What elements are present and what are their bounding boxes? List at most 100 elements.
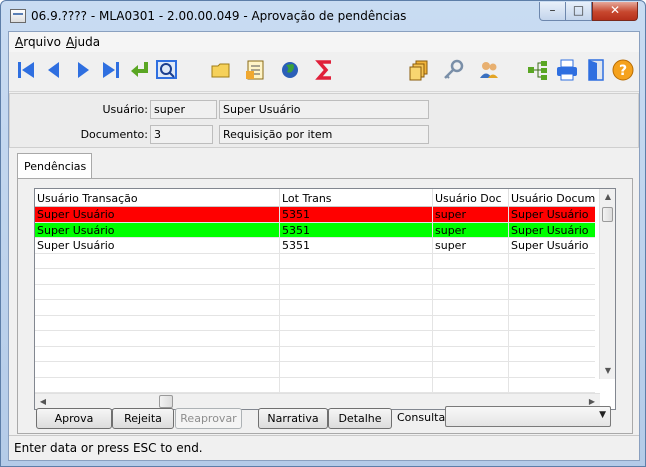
cell-usuario-transacao[interactable] bbox=[35, 269, 280, 284]
cell-usuario-doc[interactable] bbox=[433, 346, 509, 362]
table-row[interactable] bbox=[35, 377, 595, 393]
cell-usuario-transacao[interactable] bbox=[35, 253, 280, 269]
cell-lot-trans[interactable] bbox=[280, 284, 433, 300]
next-record-icon[interactable] bbox=[70, 57, 96, 83]
key-icon[interactable] bbox=[440, 57, 466, 83]
usuario-name-field[interactable]: Super Usuário bbox=[219, 100, 429, 119]
cell-usuario-doc[interactable]: super bbox=[433, 222, 509, 238]
cell-usuario-documento[interactable]: Super Usuário bbox=[509, 207, 595, 222]
tab-pendencias[interactable]: Pendências bbox=[17, 153, 92, 179]
table-row[interactable]: Super Usuário 5351 super Super Usuário bbox=[35, 207, 595, 223]
users-icon[interactable] bbox=[476, 57, 502, 83]
sigma-icon[interactable] bbox=[312, 57, 338, 83]
hierarchy-icon[interactable] bbox=[525, 57, 551, 83]
aprova-button[interactable]: Aprova bbox=[36, 408, 112, 429]
table-row[interactable]: Super Usuário 5351 super Super Usuário bbox=[35, 222, 595, 238]
column-header-usuario-documento[interactable]: Usuário Documen bbox=[509, 189, 595, 207]
consulta-select[interactable]: ▼ bbox=[445, 406, 611, 427]
cell-usuario-documento[interactable] bbox=[509, 285, 595, 300]
cell-usuario-transacao[interactable] bbox=[35, 331, 280, 346]
cell-usuario-documento[interactable] bbox=[509, 378, 595, 393]
search-icon[interactable] bbox=[154, 57, 180, 83]
notepad-icon[interactable] bbox=[243, 57, 269, 83]
rejeita-button[interactable]: Rejeita bbox=[112, 408, 174, 429]
cell-lot-trans[interactable] bbox=[280, 362, 433, 377]
column-header-usuario-transacao[interactable]: Usuário Transação bbox=[35, 189, 280, 207]
cell-usuario-documento[interactable]: Super Usuário bbox=[509, 238, 595, 253]
documento-code-field[interactable]: 3 bbox=[150, 125, 213, 144]
vertical-scroll-thumb[interactable] bbox=[602, 207, 613, 222]
column-header-lot-trans[interactable]: Lot Trans bbox=[280, 189, 433, 207]
cell-usuario-doc[interactable] bbox=[433, 331, 509, 346]
cell-lot-trans[interactable]: 5351 bbox=[280, 207, 433, 222]
cell-usuario-doc[interactable] bbox=[433, 362, 509, 377]
cell-lot-trans[interactable]: 5351 bbox=[280, 238, 433, 253]
cell-usuario-doc[interactable] bbox=[433, 269, 509, 284]
table-row[interactable] bbox=[35, 362, 595, 378]
narrativa-button[interactable]: Narrativa bbox=[258, 408, 328, 429]
cell-usuario-documento[interactable] bbox=[509, 316, 595, 331]
vertical-scrollbar[interactable]: ▲ ▼ bbox=[599, 189, 615, 379]
cell-lot-trans[interactable] bbox=[280, 315, 433, 331]
cell-lot-trans[interactable] bbox=[280, 300, 433, 315]
menu-arquivo[interactable]: Arquivo bbox=[15, 35, 61, 49]
cell-usuario-doc[interactable] bbox=[433, 377, 509, 393]
cell-lot-trans[interactable] bbox=[280, 331, 433, 346]
cell-usuario-documento[interactable] bbox=[509, 254, 595, 269]
cell-usuario-transacao[interactable]: Super Usuário bbox=[35, 207, 280, 222]
maximize-button[interactable]: □ bbox=[565, 2, 592, 21]
table-row[interactable] bbox=[35, 269, 595, 285]
print-icon[interactable] bbox=[554, 57, 580, 83]
last-record-icon[interactable] bbox=[98, 57, 124, 83]
usuario-code-field[interactable]: super bbox=[150, 100, 217, 119]
stack-icon[interactable] bbox=[406, 57, 432, 83]
scroll-up-icon[interactable]: ▲ bbox=[600, 189, 615, 205]
cell-usuario-documento[interactable] bbox=[509, 331, 595, 346]
cell-lot-trans[interactable] bbox=[280, 346, 433, 362]
cell-usuario-transacao[interactable] bbox=[35, 300, 280, 315]
cell-usuario-documento[interactable]: Super Usuário bbox=[509, 223, 595, 238]
cell-usuario-transacao[interactable] bbox=[35, 377, 280, 393]
return-icon[interactable] bbox=[127, 57, 153, 83]
cell-usuario-doc[interactable] bbox=[433, 315, 509, 331]
previous-record-icon[interactable] bbox=[41, 57, 67, 83]
help-icon[interactable]: ? bbox=[610, 57, 636, 83]
cell-usuario-documento[interactable] bbox=[509, 347, 595, 362]
minimize-button[interactable]: – bbox=[539, 2, 566, 21]
cell-usuario-doc[interactable]: super bbox=[433, 238, 509, 253]
table-row[interactable] bbox=[35, 346, 595, 362]
cell-usuario-documento[interactable] bbox=[509, 300, 595, 315]
scroll-down-icon[interactable]: ▼ bbox=[600, 363, 615, 379]
cell-usuario-doc[interactable] bbox=[433, 253, 509, 269]
cell-usuario-transacao[interactable] bbox=[35, 284, 280, 300]
menu-ajuda[interactable]: Ajuda bbox=[66, 35, 100, 49]
table-row[interactable] bbox=[35, 284, 595, 300]
detalhe-button[interactable]: Detalhe bbox=[328, 408, 392, 429]
table-row[interactable] bbox=[35, 315, 595, 331]
cell-lot-trans[interactable] bbox=[280, 269, 433, 284]
cell-usuario-doc[interactable]: super bbox=[433, 207, 509, 222]
cell-usuario-documento[interactable] bbox=[509, 269, 595, 284]
cell-usuario-transacao[interactable]: Super Usuário bbox=[35, 238, 280, 253]
folder-icon[interactable] bbox=[208, 57, 234, 83]
cell-usuario-transacao[interactable] bbox=[35, 346, 280, 362]
close-button[interactable]: ✕ bbox=[592, 2, 638, 21]
cell-usuario-documento[interactable] bbox=[509, 362, 595, 377]
cell-usuario-doc[interactable] bbox=[433, 300, 509, 315]
cell-lot-trans[interactable] bbox=[280, 253, 433, 269]
table-row[interactable] bbox=[35, 300, 595, 316]
table-row[interactable]: Super Usuário 5351 super Super Usuário bbox=[35, 238, 595, 254]
table-row[interactable] bbox=[35, 253, 595, 269]
table-row[interactable] bbox=[35, 331, 595, 347]
documento-name-field[interactable]: Requisição por item bbox=[219, 125, 429, 144]
horizontal-scroll-thumb[interactable] bbox=[159, 395, 173, 408]
first-record-icon[interactable] bbox=[14, 57, 40, 83]
globe-icon[interactable] bbox=[277, 57, 303, 83]
exit-door-icon[interactable] bbox=[583, 57, 609, 83]
cell-usuario-transacao[interactable]: Super Usuário bbox=[35, 222, 280, 238]
column-header-usuario-doc[interactable]: Usuário Doc bbox=[433, 189, 509, 207]
cell-usuario-transacao[interactable] bbox=[35, 315, 280, 331]
reaprovar-button[interactable]: Reaprovar bbox=[175, 408, 242, 429]
cell-lot-trans[interactable]: 5351 bbox=[280, 222, 433, 238]
cell-usuario-transacao[interactable] bbox=[35, 362, 280, 377]
